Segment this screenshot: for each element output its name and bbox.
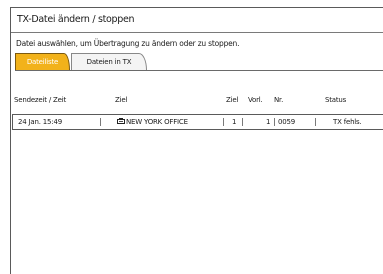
row-destination: NEW YORK OFFICE (117, 115, 188, 129)
column-divider (100, 118, 101, 126)
column-divider (315, 118, 316, 126)
column-header-dest-count: Ziel (226, 96, 239, 104)
fax-icon (117, 118, 125, 124)
column-header-status: Status (325, 96, 347, 104)
instruction-text: Datei auswählen, um Übertragung zu änder… (16, 39, 240, 48)
column-header-pages: Vorl. (248, 96, 263, 104)
column-header-destination: Ziel (115, 96, 128, 104)
column-divider (223, 118, 224, 126)
table-header: Sendezeit / Zeit Ziel Ziel Vorl. Nr. Sta… (11, 96, 383, 108)
tx-file-screen: TX-Datei ändern / stoppen Datei auswähle… (10, 7, 383, 274)
row-destination-name: NEW YORK OFFICE (126, 118, 188, 126)
row-dest-count: 1 (232, 118, 237, 126)
row-pages: 1 (266, 118, 271, 126)
row-datetime: 24 Jan. 15:49 (18, 118, 62, 126)
column-divider (242, 118, 243, 126)
row-number: 0059 (278, 118, 296, 126)
tab-divider (15, 70, 383, 71)
column-divider (274, 118, 275, 126)
tab-files-in-tx[interactable]: Dateien in TX (71, 53, 147, 70)
table-row[interactable]: 24 Jan. 15:49 NEW YORK OFFICE 1 1 0059 T… (12, 114, 383, 130)
row-status: TX fehls. (333, 118, 362, 126)
column-header-number: Nr. (274, 96, 284, 104)
tab-file-list[interactable]: Dateiliste (15, 53, 70, 70)
column-header-datetime: Sendezeit / Zeit (14, 96, 67, 104)
screen-title: TX-Datei ändern / stoppen (11, 8, 383, 33)
